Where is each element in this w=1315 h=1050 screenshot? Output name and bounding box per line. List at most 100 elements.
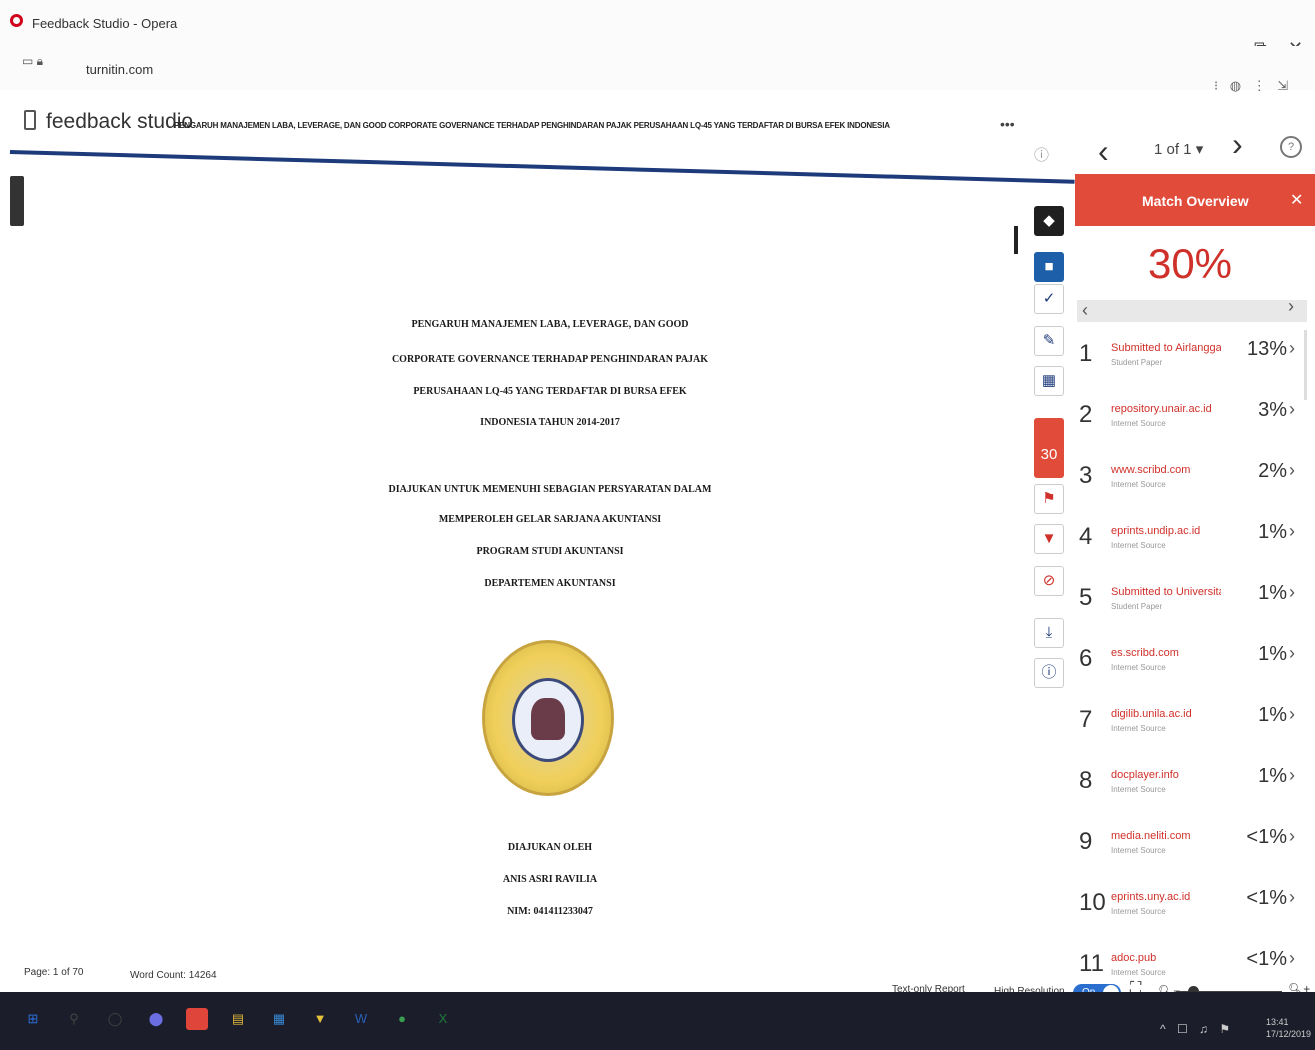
match-source-link[interactable]: www.scribd.com <box>1111 464 1221 476</box>
lock-icon: ▭ 🔒︎ <box>22 54 44 68</box>
clock-time: 13:41 <box>1266 1017 1289 1027</box>
match-percentage: <1% <box>1246 948 1287 970</box>
match-percentage: 1% <box>1258 521 1287 543</box>
match-source-link[interactable]: digilib.unila.ac.id <box>1111 708 1221 720</box>
app-icon[interactable]: ⬤ <box>145 1008 167 1030</box>
match-percentage: <1% <box>1246 887 1287 909</box>
match-number: 3 <box>1079 462 1093 489</box>
match-source-link[interactable]: eprints.undip.ac.id <box>1111 525 1221 537</box>
drag-divider[interactable] <box>1014 226 1018 254</box>
help-icon[interactable]: ? <box>1280 136 1302 158</box>
clock-date: 17/12/2019 <box>1266 1029 1312 1039</box>
file-explorer-icon[interactable]: ▤ <box>227 1008 249 1030</box>
chevron-right-icon[interactable]: › <box>1289 338 1295 359</box>
match-source-link[interactable]: Submitted to Airlangga <box>1111 342 1221 354</box>
browser-titlebar <box>0 0 1315 46</box>
chevron-right-icon[interactable]: › <box>1289 582 1295 603</box>
exclude-icon[interactable]: ⊘ <box>1034 566 1064 596</box>
match-row[interactable]: 9 media.neliti.com Internet Source <1% › <box>1075 820 1313 880</box>
feedback-studio-logo-icon <box>24 110 36 130</box>
doc-title-line-3: PERUSAHAAN LQ-45 YANG TERDAFTAR DI BURSA… <box>413 386 687 397</box>
seal-garuda-emblem <box>531 698 565 740</box>
match-number: 1 <box>1079 340 1093 367</box>
match-source-link[interactable]: adoc.pub <box>1111 952 1221 964</box>
doc-author-line-1: DIAJUKAN OLEH <box>507 842 593 853</box>
match-percentage: 1% <box>1258 582 1287 604</box>
chevron-right-icon[interactable]: › <box>1289 704 1295 725</box>
match-row[interactable]: 8 docplayer.info Internet Source 1% › <box>1075 759 1313 819</box>
doc-purpose-line-1: DIAJUKAN UNTUK MEMENUHI SEBAGIAN PERSYAR… <box>388 484 712 495</box>
similarity-layer-icon[interactable]: ■ <box>1034 252 1064 282</box>
word-icon[interactable]: W <box>350 1008 372 1030</box>
store-icon[interactable]: ▦ <box>268 1008 290 1030</box>
window-title: Feedback Studio - Opera <box>32 16 178 31</box>
match-row[interactable]: 5 Submitted to Universitas... Student Pape… <box>1075 576 1313 636</box>
match-row[interactable]: 2 repository.unair.ac.id Internet Source 3%… <box>1075 393 1313 453</box>
match-row[interactable]: 10 eprints.uny.ac.id Internet Source <1% › <box>1075 881 1313 941</box>
prev-match-button[interactable]: ‹ <box>1082 300 1088 321</box>
search-icon[interactable]: ⚲ <box>63 1008 85 1030</box>
chevron-right-icon[interactable]: › <box>1289 521 1295 542</box>
match-source-link[interactable]: es.scribd.com <box>1111 647 1221 659</box>
check-icon[interactable]: ✓ <box>1034 284 1064 314</box>
chevron-right-icon[interactable]: › <box>1289 643 1295 664</box>
similarity-score-button[interactable]: 30 <box>1034 418 1064 478</box>
url-field[interactable]: turnitin.com <box>86 62 153 77</box>
opera-taskbar-icon[interactable]: O <box>186 1008 208 1030</box>
similarity-score: 30% <box>1147 240 1233 287</box>
match-row[interactable]: 3 www.scribd.com Internet Source 2% › <box>1075 454 1313 514</box>
filter-icon[interactable]: ▼ <box>1034 524 1064 554</box>
match-source-link[interactable]: docplayer.info <box>1111 769 1221 781</box>
chrome-icon[interactable]: ● <box>391 1008 413 1030</box>
chevron-right-icon[interactable]: › <box>1289 765 1295 786</box>
match-number: 2 <box>1079 401 1093 428</box>
match-percentage: 2% <box>1258 460 1287 482</box>
download-icon[interactable]: ⤓ <box>1034 618 1064 648</box>
match-source-link[interactable]: media.neliti.com <box>1111 830 1221 842</box>
layer-icon[interactable]: ◆ <box>1034 206 1064 236</box>
edit-icon[interactable]: ✎ <box>1034 326 1064 356</box>
match-number: 4 <box>1079 523 1093 550</box>
sidebar-toggle-handle[interactable] <box>10 176 24 226</box>
downloads-icon[interactable]: ▼ <box>309 1008 331 1030</box>
doc-title-line-1: PENGARUH MANAJEMEN LABA, LEVERAGE, DAN G… <box>411 319 689 330</box>
chevron-right-icon[interactable]: › <box>1289 887 1295 908</box>
match-number: 6 <box>1079 645 1093 672</box>
match-number: 10 <box>1079 889 1106 916</box>
match-percentage: 1% <box>1258 643 1287 665</box>
word-count: Word Count: 14264 <box>130 970 217 981</box>
more-button[interactable]: ••• <box>1000 116 1015 132</box>
next-page-button[interactable]: › <box>1232 126 1243 163</box>
flag-icon[interactable]: ⚑ <box>1034 484 1064 514</box>
match-row[interactable]: 4 eprints.undip.ac.id Internet Source 1% › <box>1075 515 1313 575</box>
document-title: PENGARUH MANAJEMEN LABA, LEVERAGE, DAN G… <box>174 121 890 130</box>
chevron-right-icon[interactable]: › <box>1289 948 1295 969</box>
page-selector[interactable]: 1 of 1 ▾ <box>1154 140 1203 158</box>
match-source-link[interactable]: repository.unair.ac.id <box>1111 403 1221 415</box>
info-icon[interactable]: ⓘ <box>1034 144 1049 165</box>
task-view-icon[interactable]: ◯ <box>104 1008 126 1030</box>
match-percentage: 1% <box>1258 765 1287 787</box>
match-row[interactable]: 7 digilib.unila.ac.id Internet Source 1% › <box>1075 698 1313 758</box>
chevron-right-icon[interactable]: › <box>1289 399 1295 420</box>
match-row[interactable]: 1 Submitted to Airlangga Student Paper 13% › <box>1075 332 1313 392</box>
doc-purpose-line-3: PROGRAM STUDI AKUNTANSI <box>476 546 624 557</box>
system-tray[interactable]: ^ ☐ ♫ ⚑ <box>1160 1022 1234 1036</box>
browser-extensions[interactable]: ⁝ ◍ ⋮ ⇲ <box>1214 78 1292 94</box>
start-button[interactable]: ⊞ <box>22 1008 44 1030</box>
prev-page-button[interactable]: ‹ <box>1098 133 1109 170</box>
clock[interactable]: 13:41 17/12/2019 <box>1266 1016 1311 1040</box>
match-source-link[interactable]: eprints.uny.ac.id <box>1111 891 1221 903</box>
excel-icon[interactable]: X <box>432 1008 454 1030</box>
match-source-link[interactable]: Submitted to Universitas... <box>1111 586 1221 598</box>
close-panel-button[interactable]: ✕ <box>1290 190 1303 210</box>
next-match-button[interactable]: › <box>1288 296 1294 317</box>
match-row[interactable]: 6 es.scribd.com Internet Source 1% › <box>1075 637 1313 697</box>
match-number: 11 <box>1079 950 1104 977</box>
match-source-type: Internet Source <box>1111 663 1166 672</box>
chevron-right-icon[interactable]: › <box>1289 826 1295 847</box>
chevron-right-icon[interactable]: › <box>1289 460 1295 481</box>
grid-icon[interactable]: ▦ <box>1034 366 1064 396</box>
match-source-type: Internet Source <box>1111 419 1166 428</box>
info-panel-icon[interactable]: ⓘ <box>1034 658 1064 688</box>
